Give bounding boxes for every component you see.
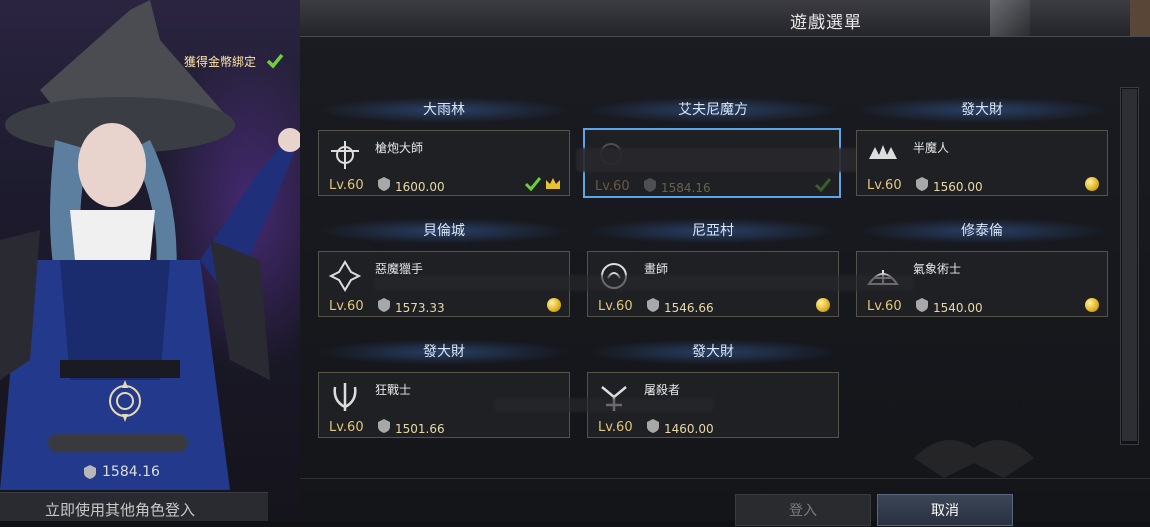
cancel-button[interactable]: 取消 xyxy=(877,494,1013,526)
gear-score-value: 1600.00 xyxy=(395,180,445,194)
current-character-panel: 獲得金幣綁定 1584.16 立即使用其他角色登入 xyxy=(0,0,300,521)
character-card[interactable]: 半魔人 Lv.60 1560.00 xyxy=(856,130,1108,196)
server-label: 大雨林 xyxy=(318,97,570,123)
gear-score-icon xyxy=(644,178,656,192)
check-icon xyxy=(815,178,831,192)
character-card[interactable]: 槍炮大師 Lv.60 1600.00 xyxy=(318,130,570,196)
class-emblem-icon xyxy=(109,380,141,422)
server-label: 發大財 xyxy=(318,339,570,365)
level-label: Lv.60 xyxy=(867,178,902,193)
crown-icon xyxy=(546,178,560,189)
game-menu-window: 遊戲選單 大雨林 槍炮大師 Lv.60 1600.00 艾夫尼魔方 Lv.60 … xyxy=(300,0,1150,526)
level-label: Lv.60 xyxy=(329,299,364,314)
demon-hunter-class-icon xyxy=(329,260,361,292)
gear-score-icon xyxy=(84,465,96,479)
class-name: 半魔人 xyxy=(913,141,950,155)
level-label: Lv.60 xyxy=(329,178,364,193)
level-label: Lv.60 xyxy=(595,179,630,194)
level-label: Lv.60 xyxy=(867,299,902,314)
demon-class-icon xyxy=(869,145,897,159)
current-gear-score: 1584.16 xyxy=(84,464,160,480)
coin-icon xyxy=(816,298,830,312)
check-icon xyxy=(525,177,541,191)
gear-score-value: 1584.16 xyxy=(661,181,711,195)
window-titlebar: 遊戲選單 xyxy=(300,0,1150,37)
character-grid: 大雨林 槍炮大師 Lv.60 1600.00 艾夫尼魔方 Lv.60 1584.… xyxy=(314,70,1122,480)
server-label: 尼亞村 xyxy=(587,218,839,244)
gear-score-icon xyxy=(647,419,659,433)
redacted-region xyxy=(374,275,914,291)
level-label: Lv.60 xyxy=(329,420,364,435)
coin-icon xyxy=(1085,298,1099,312)
gold-bind-label: 獲得金幣綁定 xyxy=(184,55,257,69)
gear-score-icon xyxy=(378,177,390,191)
server-label: 貝倫城 xyxy=(318,218,570,244)
gear-score-icon xyxy=(378,298,390,312)
gear-score-icon xyxy=(647,298,659,312)
gunslinger-class-icon xyxy=(331,141,359,169)
redacted-region xyxy=(576,148,876,172)
class-name: 屠殺者 xyxy=(644,383,681,397)
footer-divider xyxy=(300,478,1150,479)
server-label: 發大財 xyxy=(587,339,839,365)
gear-score-icon xyxy=(916,298,928,312)
coin-icon xyxy=(1085,177,1099,191)
gear-score-value: 1560.00 xyxy=(933,180,983,194)
gear-score-icon xyxy=(916,177,928,191)
server-label: 艾夫尼魔方 xyxy=(587,97,839,123)
gear-score-icon xyxy=(378,419,390,433)
gear-score-value: 1546.66 xyxy=(664,301,714,315)
level-label: Lv.60 xyxy=(598,420,633,435)
gear-score-value: 1501.66 xyxy=(395,422,445,436)
class-name: 槍炮大師 xyxy=(375,141,424,155)
coin-icon xyxy=(547,298,561,312)
login-button[interactable]: 登入 xyxy=(735,494,871,526)
character-name-redacted xyxy=(48,434,188,452)
class-name: 氣象術士 xyxy=(913,262,962,276)
gear-score-value: 1540.00 xyxy=(933,301,983,315)
window-title: 遊戲選單 xyxy=(790,13,862,33)
current-gear-score-value: 1584.16 xyxy=(102,464,160,480)
check-icon xyxy=(266,53,284,69)
class-name: 狂戰士 xyxy=(375,383,412,397)
server-label: 發大財 xyxy=(856,97,1108,123)
switch-character-button[interactable]: 立即使用其他角色登入 xyxy=(0,492,268,521)
berserker-class-icon xyxy=(333,383,357,411)
gear-score-value: 1573.33 xyxy=(395,301,445,315)
scrollbar[interactable] xyxy=(1120,87,1139,445)
redacted-region xyxy=(494,398,714,412)
frame-ornament xyxy=(1130,0,1150,36)
gear-score-value: 1460.00 xyxy=(664,422,714,436)
frame-ornament xyxy=(990,0,1030,36)
character-portrait xyxy=(0,0,300,490)
level-label: Lv.60 xyxy=(598,299,633,314)
scrollbar-thumb[interactable] xyxy=(1122,89,1137,441)
server-label: 修泰倫 xyxy=(856,218,1108,244)
